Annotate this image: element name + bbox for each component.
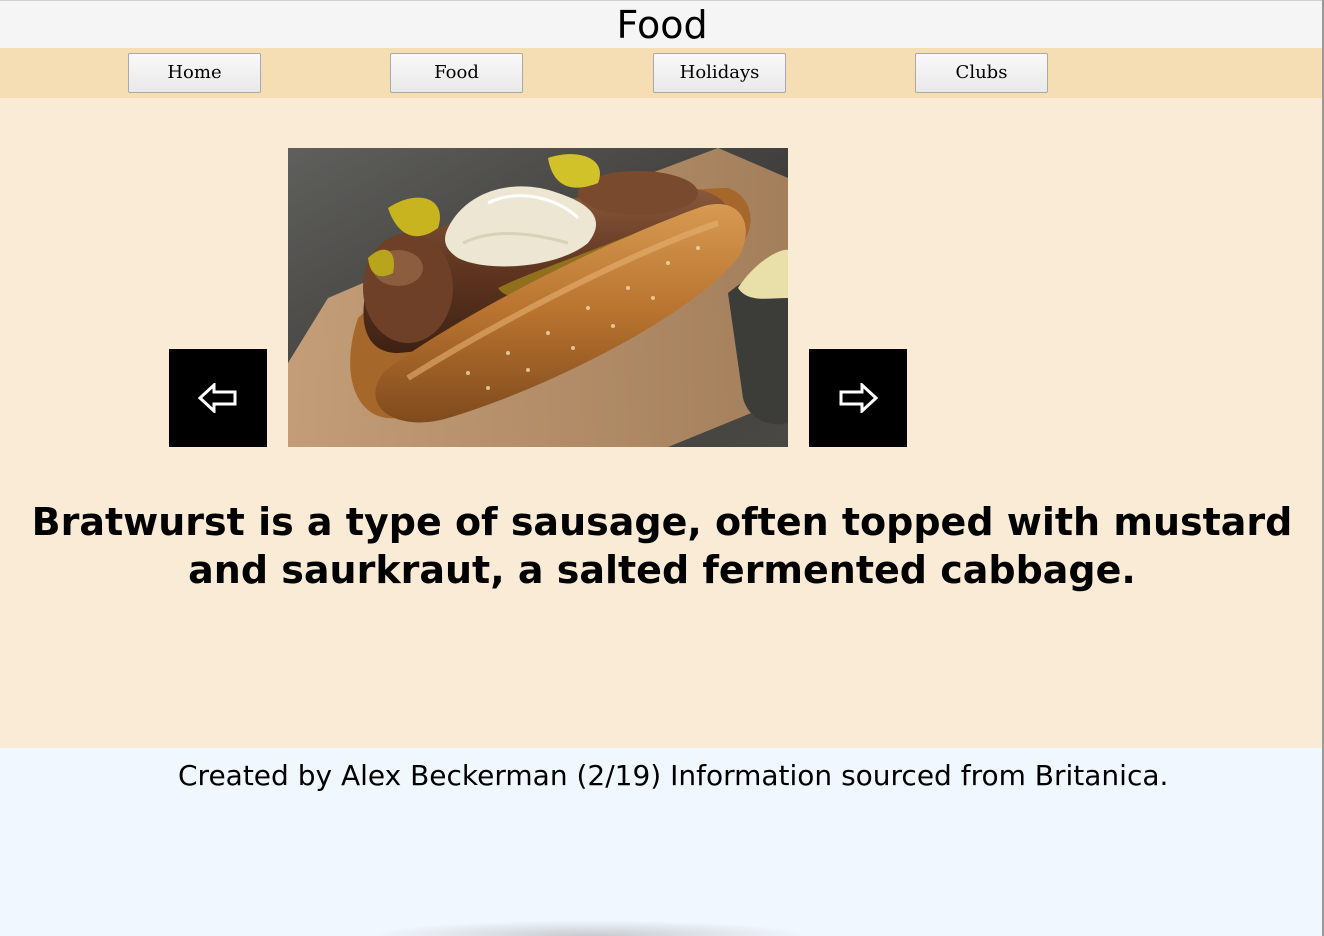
right-arrow-icon: [839, 383, 878, 413]
footer-credit: Created by Alex Beckerman (2/19) Informa…: [178, 759, 1169, 792]
nav-home-button[interactable]: Home: [128, 53, 261, 93]
next-slide-button[interactable]: [809, 349, 907, 447]
previous-slide-button[interactable]: [169, 349, 267, 447]
nav-holidays-button[interactable]: Holidays: [653, 53, 786, 93]
page: Food Home Food Holidays Clubs Bratwurst …: [0, 0, 1324, 936]
title-bar: Food: [0, 0, 1324, 48]
nav-bar: Home Food Holidays Clubs: [0, 48, 1324, 98]
page-title: Food: [616, 3, 708, 47]
slide-caption: Bratwurst is a type of sausage, often to…: [31, 500, 1293, 592]
bottom-shadow: [370, 920, 810, 936]
nav-clubs-button[interactable]: Clubs: [915, 53, 1048, 93]
nav-food-button[interactable]: Food: [390, 53, 523, 93]
bratwurst-photo: [288, 148, 788, 447]
slideshow-section: Bratwurst is a type of sausage, often to…: [0, 98, 1324, 748]
left-arrow-icon: [198, 383, 237, 413]
